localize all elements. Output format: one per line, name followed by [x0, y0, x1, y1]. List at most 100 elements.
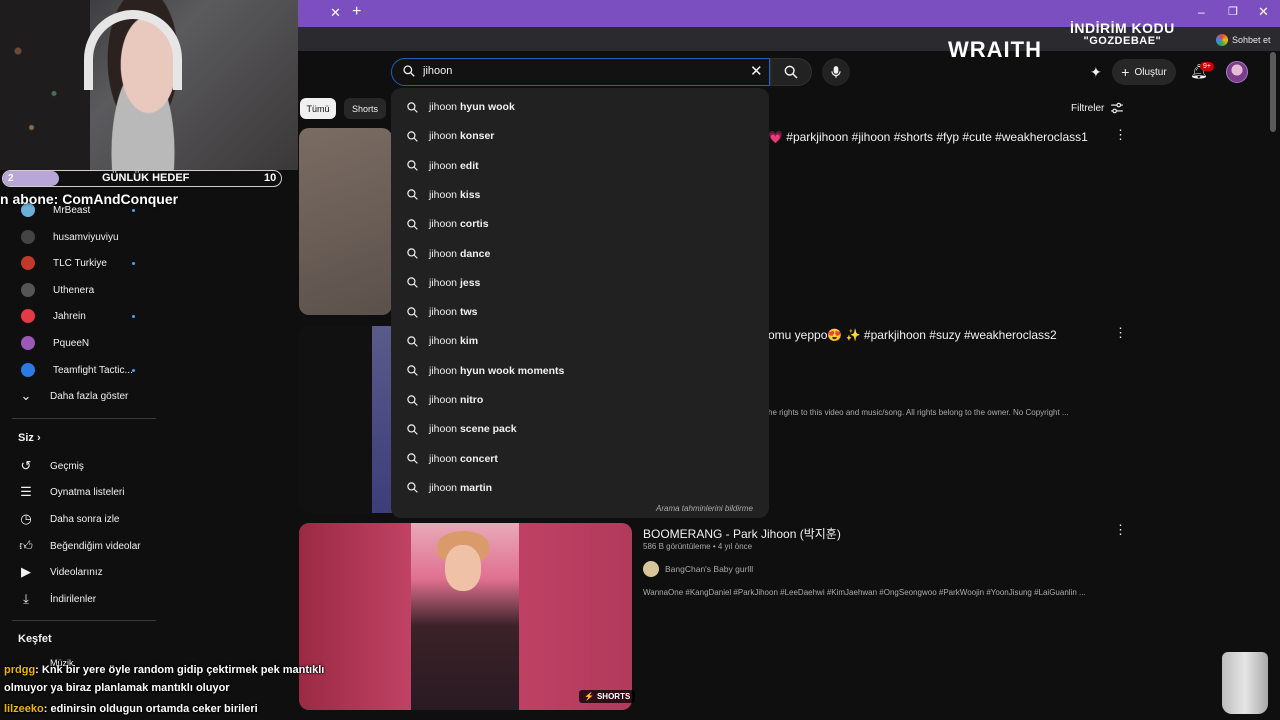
search-suggestion[interactable]: jihoon konser: [406, 126, 494, 146]
suggestion-text: jihoon dance: [429, 247, 491, 260]
shorts-icon: ⚡: [584, 692, 594, 701]
clear-search-icon[interactable]: ✕: [750, 62, 763, 80]
chat-text: : Knk bir yere öyle random gidip çektirm…: [35, 664, 325, 676]
chip-shorts[interactable]: Shorts: [344, 98, 386, 119]
search-suggestion[interactable]: jihoon cortis: [406, 214, 489, 234]
new-tab-icon[interactable]: +: [352, 3, 361, 21]
suggestion-text: jihoon cortis: [429, 218, 489, 231]
search-icon: [407, 365, 418, 376]
promo-line-2: "GOZDEBAE": [1083, 35, 1162, 47]
window-close-icon[interactable]: ✕: [1258, 4, 1269, 20]
search-icon: [407, 336, 418, 347]
result-thumbnail-1[interactable]: [299, 128, 392, 315]
sidebar-item-label: Videolarınız: [50, 566, 103, 578]
sidebar-channel[interactable]: TLC Turkiye: [18, 252, 107, 274]
search-icon: [407, 131, 418, 142]
like-icon: 👍︎: [19, 538, 33, 553]
more-options-icon[interactable]: ⋮: [1114, 522, 1127, 538]
search-icon: [407, 424, 418, 435]
brand-overlay: WRAITH: [948, 37, 1042, 62]
sidebar-channel[interactable]: Jahrein: [18, 305, 86, 327]
maximize-icon[interactable]: ❐: [1228, 5, 1238, 18]
sidebar-channel[interactable]: Uthenera: [18, 279, 94, 301]
channel-avatar: [21, 363, 35, 377]
search-icon: [407, 160, 418, 171]
search-suggestion[interactable]: jihoon hyun wook moments: [406, 361, 564, 381]
channel-avatar: [21, 283, 35, 297]
search-icon: [407, 218, 418, 230]
show-more-button[interactable]: ⌄ Daha fazla göster: [18, 385, 129, 407]
history-icon: ↺: [20, 458, 32, 473]
chat-username: lilzeeko: [4, 703, 44, 715]
result-meta-3: 586 B görüntüleme • 4 yıl önce: [643, 542, 753, 551]
sidebar-channel[interactable]: Teamfight Tactic...: [18, 359, 133, 381]
dashboard-icon[interactable]: ✦: [1090, 64, 1102, 81]
shorts-badge-label: SHORTS: [596, 692, 631, 701]
sidebar-item[interactable]: ▶ Videolarınız: [18, 561, 103, 583]
avatar[interactable]: [1226, 61, 1248, 83]
chat-message: prdgg: Knk bir yere öyle random gidip çe…: [4, 664, 324, 676]
cup-overlay: [1222, 652, 1268, 714]
shorts-badge: ⚡ SHORTS: [579, 690, 636, 703]
report-suggestions-link[interactable]: Arama tahminlerini bildirme: [656, 504, 753, 513]
search-suggestion[interactable]: jihoon dance: [406, 244, 490, 264]
minimize-icon[interactable]: –: [1198, 5, 1205, 19]
sidebar-item[interactable]: ⤓ İndirilenler: [18, 588, 96, 610]
sidebar-channel[interactable]: husamviyuviyu: [18, 226, 119, 248]
close-tab-icon[interactable]: ✕: [330, 5, 341, 21]
search-button[interactable]: [770, 58, 812, 86]
search-suggestion[interactable]: jihoon nitro: [406, 390, 483, 410]
playlist-icon: ☰: [20, 484, 32, 499]
suggestion-text: jihoon concert: [429, 452, 498, 465]
section-you[interactable]: Siz ›: [18, 432, 41, 444]
chip-all[interactable]: Tümü: [300, 98, 336, 119]
filters-button[interactable]: Filtreler: [1071, 102, 1124, 114]
sidebar-item[interactable]: 👍︎ Beğendiğim videolar: [18, 535, 141, 557]
sidebar-item[interactable]: ☰ Oynatma listeleri: [18, 481, 124, 503]
sidebar-item[interactable]: ◷ Daha sonra izle: [18, 508, 119, 530]
create-button[interactable]: + Oluştur: [1112, 59, 1176, 85]
search-suggestion[interactable]: jihoon hyun wook: [406, 97, 515, 117]
sidebar-channel-label: PqueeN: [53, 337, 90, 349]
search-icon: [407, 248, 418, 259]
search-suggestion[interactable]: jihoon martin: [406, 478, 492, 498]
subscriber-alert: n abone: ComAndConquer: [0, 191, 179, 207]
search-suggestion[interactable]: jihoon kim: [406, 331, 478, 351]
search-icon: [407, 482, 418, 494]
result-title-2[interactable]: omu yeppo😍 ✨ #parkjihoon #suzy #weakhero…: [768, 328, 1057, 342]
search-icon: [407, 101, 418, 113]
section-you-label: Siz: [18, 432, 34, 444]
suggestion-text: jihoon edit: [429, 159, 479, 172]
promo-code-overlay: İNDİRİM KODU "GOZDEBAE": [1070, 21, 1175, 48]
search-suggestion[interactable]: jihoon kiss: [406, 185, 480, 205]
result-title-1[interactable]: 💗 #parkjihoon #jihoon #shorts #fyp #cute…: [768, 130, 1088, 144]
more-options-icon[interactable]: ⋮: [1114, 127, 1127, 143]
sidebar-item-label: Beğendiğim videolar: [50, 540, 141, 552]
result-thumbnail-2[interactable]: [299, 326, 392, 513]
sidebar-channel[interactable]: PqueeN: [18, 332, 89, 354]
scrollbar[interactable]: [1270, 52, 1276, 132]
chat-button[interactable]: Sohbet et: [1216, 32, 1276, 48]
channel-avatar: [21, 309, 35, 323]
search-input[interactable]: [423, 65, 723, 77]
search-suggestion[interactable]: jihoon edit: [406, 156, 479, 176]
sidebar-channel-label: TLC Turkiye: [53, 257, 107, 269]
search-icon: [407, 277, 418, 289]
search-suggestion[interactable]: jihoon tws: [406, 302, 477, 322]
more-options-icon[interactable]: ⋮: [1114, 325, 1127, 341]
suggestion-text: jihoon martin: [429, 481, 493, 494]
suggestion-text: jihoon nitro: [429, 394, 484, 406]
voice-search-button[interactable]: [822, 58, 850, 86]
search-suggestion[interactable]: jihoon jess: [406, 273, 480, 293]
search-suggestion[interactable]: jihoon scene pack: [406, 419, 517, 439]
result-title-3[interactable]: BOOMERANG - Park Jihoon (박지훈): [643, 525, 841, 542]
sidebar-item[interactable]: ↺ Geçmiş: [18, 455, 84, 477]
result-channel-3[interactable]: BangChan's Baby gurlll: [643, 561, 753, 577]
sidebar-channel-label: Uthenera: [53, 284, 95, 296]
search-icon: [407, 306, 418, 318]
result-thumbnail-3[interactable]: [299, 523, 632, 710]
live-indicator: [132, 209, 135, 212]
chat-text: : edinirsin oldugun ortamda ceker birile…: [43, 703, 258, 715]
search-suggestion[interactable]: jihoon concert: [406, 449, 498, 469]
microphone-icon: [831, 66, 841, 78]
